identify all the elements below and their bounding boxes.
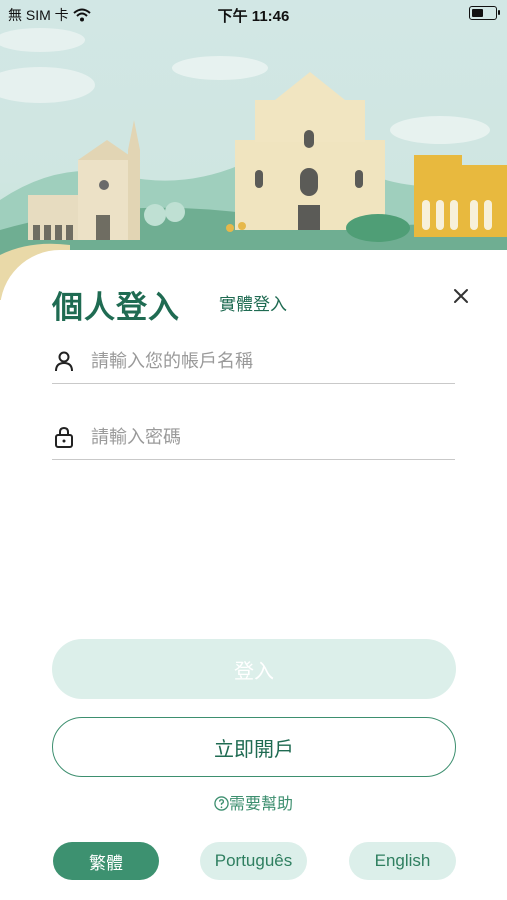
username-input[interactable]: [89, 345, 453, 377]
page-title: 個人登入: [52, 290, 180, 325]
lang-english-button[interactable]: English: [349, 842, 456, 880]
password-input[interactable]: [89, 421, 453, 453]
user-icon: [55, 351, 73, 372]
close-icon[interactable]: [448, 283, 474, 309]
username-field: [52, 337, 455, 384]
status-bar: 無 SIM 卡 下午 11:46: [0, 0, 507, 28]
lang-portuguese-button[interactable]: Português: [200, 842, 307, 880]
login-button[interactable]: 登入: [52, 639, 456, 699]
clock: 下午 11:46: [217, 8, 290, 25]
help-label: 需要幫助: [228, 796, 293, 813]
password-field: [52, 413, 455, 460]
battery-icon: [469, 6, 500, 20]
lang-traditional-chinese-button[interactable]: 繁體: [53, 842, 159, 880]
help-link[interactable]: 需要幫助: [0, 790, 507, 814]
open-account-button[interactable]: 立即開戶: [52, 717, 456, 777]
help-circle-icon: [214, 796, 229, 811]
lock-icon: [55, 426, 73, 448]
tab-entity-login[interactable]: 實體登入: [219, 290, 287, 315]
